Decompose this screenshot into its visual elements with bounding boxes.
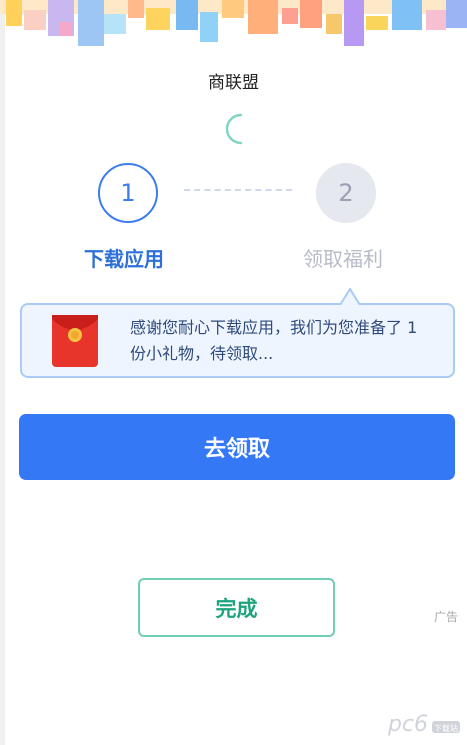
watermark-text: pc6 [388,712,428,737]
step-1-number: 1 [120,179,136,207]
gift-message: 感谢您耐心下载应用，我们为您准备了 1 份小礼物，待领取... [130,318,418,363]
done-button[interactable]: 完成 [138,578,335,637]
step-1-indicator: 1 [98,163,158,223]
ad-label: 广告 [434,610,459,624]
info-box-pointer [340,288,360,305]
step-2-indicator: 2 [316,163,376,223]
loading-spinner-icon [225,113,243,145]
red-envelope-icon [52,315,98,367]
step-2-label: 领取福利 [303,247,383,271]
step-connector [184,189,292,191]
decorative-banner [0,0,467,46]
step-1-label: 下载应用 [84,247,164,271]
pc6-watermark-logo: pc6 下载站 [388,712,460,737]
claim-button[interactable]: 去领取 [19,414,455,480]
page-title: 商联盟 [208,73,259,93]
watermark-suffix: 下载站 [434,723,458,733]
left-edge [0,0,5,745]
step-2-number: 2 [338,179,354,207]
